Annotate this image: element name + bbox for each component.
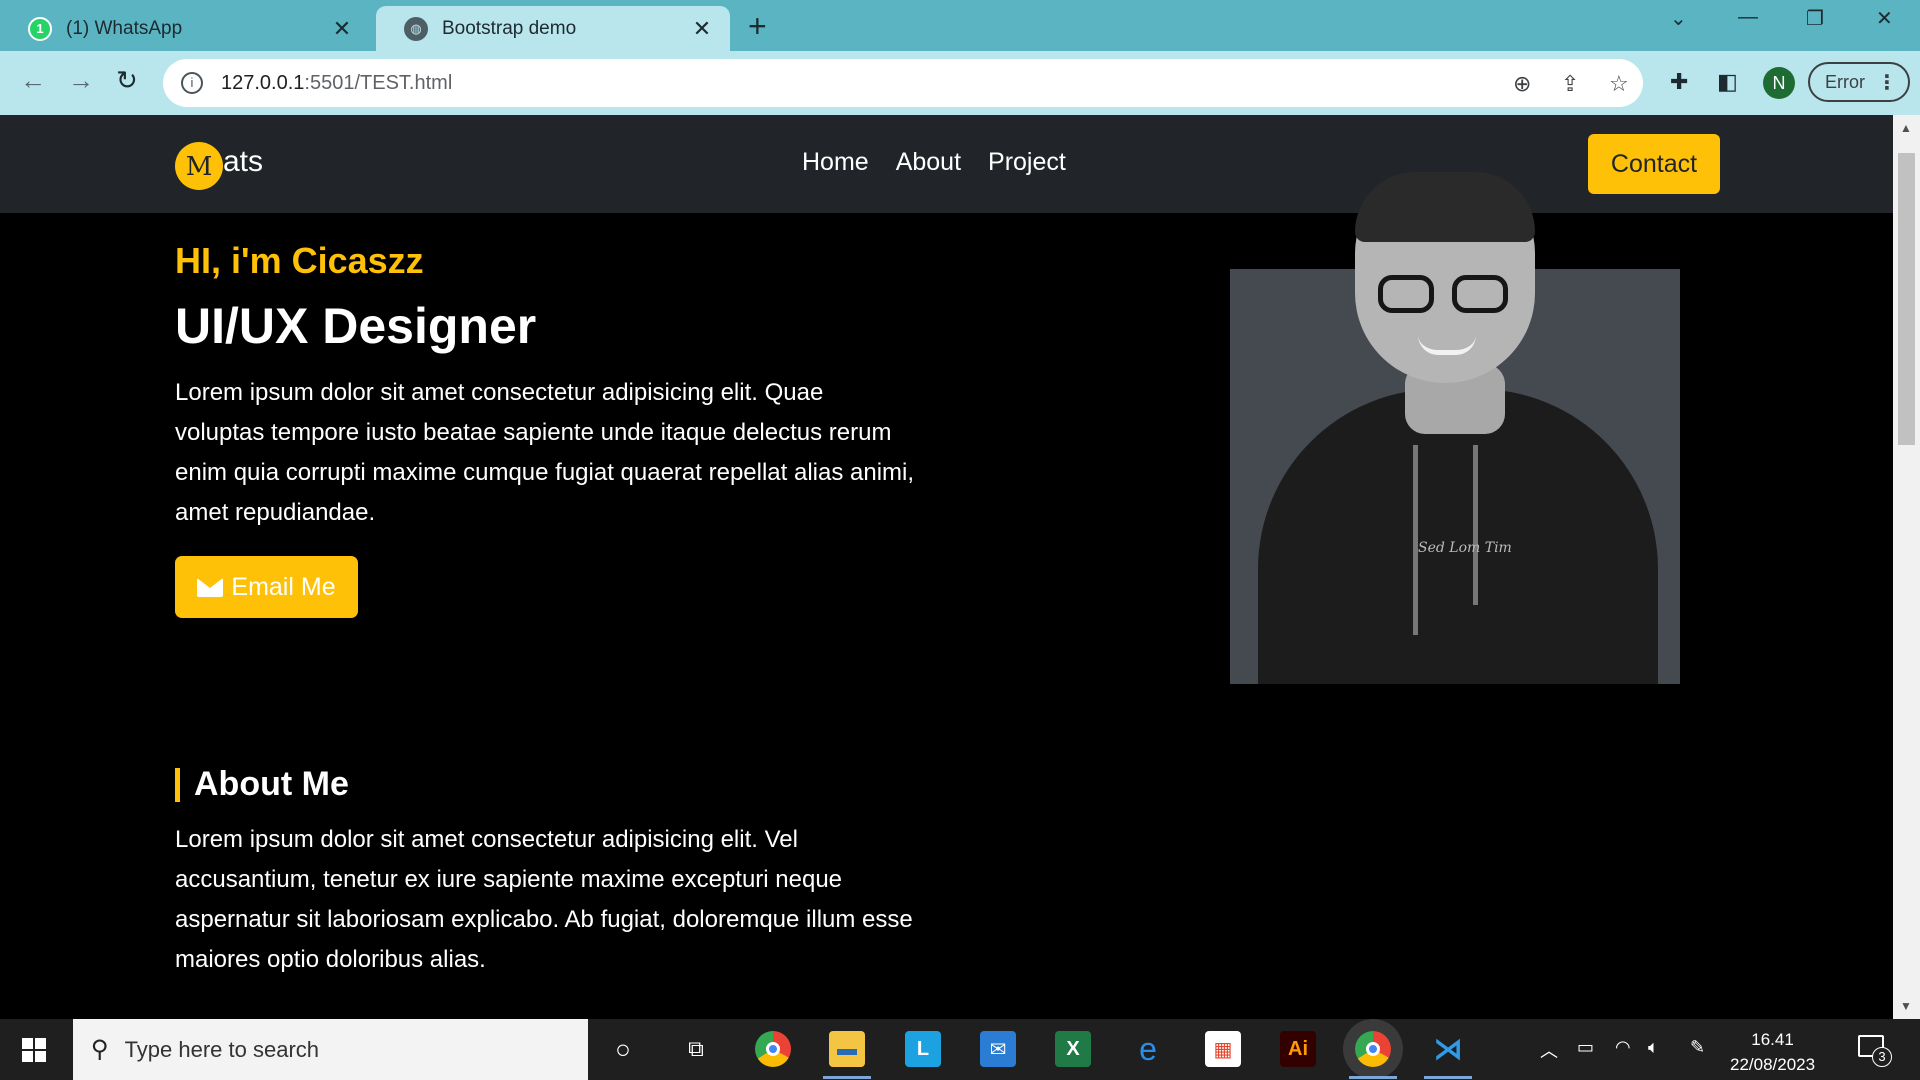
browser-tab-bar: 1 (1) WhatsApp ✕ ◍ Bootstrap demo ✕ + ⌄ …	[0, 0, 1920, 51]
address-bar[interactable]: i 127.0.0.1:5501/TEST.html ⊕ ⇪ ☆	[163, 59, 1643, 107]
excel-icon[interactable]: X	[1055, 1031, 1091, 1067]
battery-icon[interactable]: ▭	[1577, 1037, 1594, 1058]
heading-accent-bar	[175, 767, 180, 802]
site-info-icon[interactable]: i	[181, 72, 203, 94]
glasses-left-lens	[1378, 275, 1434, 313]
clock-date: 22/08/2023	[1730, 1055, 1816, 1074]
nav-links: Home About Project	[802, 148, 1066, 177]
new-tab-button[interactable]: +	[748, 8, 767, 45]
chrome-profile-icon[interactable]	[1349, 1031, 1397, 1079]
search-placeholder: Type here to search	[124, 1036, 320, 1062]
notification-badge: 3	[1872, 1047, 1892, 1067]
search-icon: ⚲	[91, 1036, 109, 1063]
tab-search-icon[interactable]: ⌄	[1670, 6, 1687, 31]
chrome-icon[interactable]	[755, 1031, 791, 1067]
contact-button[interactable]: Contact	[1588, 134, 1720, 194]
zoom-icon[interactable]: ⊕	[1513, 71, 1531, 97]
pen-icon[interactable]: ✎	[1690, 1037, 1705, 1058]
close-window-icon[interactable]: ✕	[1876, 6, 1893, 31]
task-view-icon[interactable]: ⧉	[678, 1031, 714, 1067]
volume-icon[interactable]: 🔈︎	[1648, 1037, 1659, 1058]
tab-title: (1) WhatsApp	[66, 17, 183, 39]
whatsapp-icon: 1	[28, 16, 52, 41]
brand-text: ats	[223, 145, 264, 178]
glasses-right-lens	[1452, 275, 1508, 313]
file-explorer-icon[interactable]: ▬	[823, 1031, 871, 1079]
bookmark-star-icon[interactable]: ☆	[1609, 71, 1629, 97]
brand-logo[interactable]: M ats	[175, 142, 263, 190]
email-me-button[interactable]: Email Me	[175, 556, 358, 618]
tab-bootstrap-demo[interactable]: ◍ Bootstrap demo ✕	[376, 6, 730, 51]
error-label: Error	[1825, 71, 1865, 92]
scrollbar-thumb[interactable]	[1898, 153, 1915, 445]
nav-link-home[interactable]: Home	[802, 148, 869, 177]
profile-avatar[interactable]: N	[1763, 67, 1795, 99]
minimize-icon[interactable]: —	[1738, 6, 1758, 29]
windows-start-icon[interactable]	[22, 1038, 46, 1062]
store-icon[interactable]: ▦	[1205, 1031, 1241, 1067]
page-scrollbar[interactable]: ▲ ▼	[1893, 115, 1920, 1019]
hoodie-string-right	[1473, 445, 1478, 605]
nav-link-about[interactable]: About	[896, 148, 961, 177]
about-heading: About Me	[175, 765, 349, 804]
close-tab-icon[interactable]: ✕	[330, 16, 354, 42]
scroll-up-icon[interactable]: ▲	[1900, 121, 1912, 135]
shirt-print: Sed Lom Tim	[1418, 540, 1512, 556]
taskbar-search[interactable]: ⚲ Type here to search	[73, 1019, 588, 1080]
windows-taskbar: ⚲ Type here to search ○ ⧉ ▬ L ✉ X e ▦ Ai…	[0, 1019, 1920, 1080]
envelope-icon	[197, 577, 224, 597]
globe-icon: ◍	[404, 16, 428, 41]
edge-icon[interactable]: e	[1130, 1031, 1166, 1067]
share-icon[interactable]: ⇪	[1561, 71, 1579, 97]
mail-icon[interactable]: ✉	[980, 1031, 1016, 1067]
tray-chevron-icon[interactable]: ︿	[1540, 1037, 1558, 1063]
hero-greeting: HI, i'm Cicaszz	[175, 240, 424, 281]
page-viewport: M ats Home About Project Contact HI, i'm…	[0, 115, 1893, 1019]
extensions-icon[interactable]: ✚	[1670, 69, 1688, 95]
close-tab-icon[interactable]: ✕	[690, 16, 714, 42]
clock-time: 16.41	[1751, 1030, 1794, 1049]
side-panel-icon[interactable]: ◧	[1717, 69, 1738, 95]
hero-role: UI/UX Designer	[175, 298, 537, 354]
tab-whatsapp[interactable]: 1 (1) WhatsApp ✕	[0, 6, 370, 51]
brand-circle: M	[175, 142, 223, 190]
error-button[interactable]: Error ⋮	[1808, 62, 1910, 102]
illustrator-icon[interactable]: Ai	[1280, 1031, 1316, 1067]
back-icon[interactable]: ←	[20, 65, 46, 96]
site-navbar: M ats Home About Project Contact	[0, 115, 1893, 213]
hero-description: Lorem ipsum dolor sit amet consectetur a…	[175, 379, 915, 526]
scroll-down-icon[interactable]: ▼	[1900, 999, 1912, 1013]
l-app-icon[interactable]: L	[905, 1031, 941, 1067]
cortana-icon[interactable]: ○	[605, 1031, 641, 1067]
hair-shape	[1355, 172, 1535, 242]
about-title-text: About Me	[194, 765, 349, 803]
about-description: Lorem ipsum dolor sit amet consectetur a…	[175, 826, 913, 973]
nav-link-project[interactable]: Project	[988, 148, 1066, 177]
url-text[interactable]: 127.0.0.1:5501/TEST.html	[221, 72, 452, 95]
browser-toolbar: ← → ↻ i 127.0.0.1:5501/TEST.html ⊕ ⇪ ☆ ✚…	[0, 51, 1920, 115]
vscode-icon[interactable]: ⋊	[1424, 1031, 1472, 1079]
notification-icon[interactable]: 3	[1858, 1035, 1892, 1067]
forward-icon[interactable]: →	[68, 65, 94, 96]
restore-icon[interactable]: ❐	[1806, 6, 1824, 31]
menu-kebab-icon: ⋮	[1877, 71, 1897, 94]
tab-title: Bootstrap demo	[442, 17, 577, 39]
taskbar-clock[interactable]: 16.41 22/08/2023	[1730, 1027, 1815, 1077]
wifi-icon[interactable]: ◠	[1615, 1037, 1631, 1058]
email-me-label: Email Me	[231, 572, 336, 601]
reload-icon[interactable]: ↻	[116, 65, 138, 96]
